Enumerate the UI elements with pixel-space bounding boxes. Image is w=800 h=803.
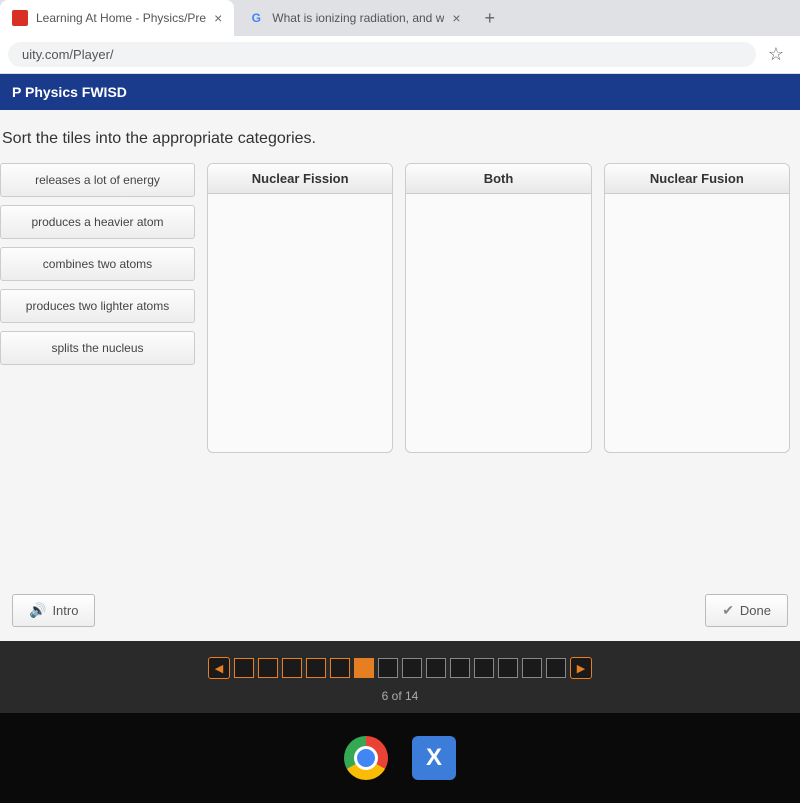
instruction-text: Sort the tiles into the appropriate cate… (0, 130, 790, 148)
browser-tab-2[interactable]: G What is ionizing radiation, and w × (236, 0, 472, 36)
drop-zone-both[interactable]: Both (405, 163, 591, 453)
progress-step[interactable] (474, 658, 494, 678)
content-area: Sort the tiles into the appropriate cate… (0, 110, 800, 580)
tiles-column: releases a lot of energy produces a heav… (0, 163, 195, 453)
progress-step[interactable] (378, 658, 398, 678)
taskbar: X (0, 713, 800, 803)
tab-favicon-1 (12, 10, 28, 26)
intro-button[interactable]: 🔊 Intro (12, 594, 95, 627)
drop-zone-header: Nuclear Fission (208, 164, 392, 194)
tab-title-2: What is ionizing radiation, and w (272, 11, 444, 25)
tab-title-1: Learning At Home - Physics/Pre (36, 11, 206, 25)
bottom-controls: 🔊 Intro ✔ Done (0, 580, 800, 641)
progress-step[interactable] (402, 658, 422, 678)
drop-zone-fission[interactable]: Nuclear Fission (207, 163, 393, 453)
progress-label: 6 of 14 (0, 689, 800, 703)
progress-step[interactable] (282, 658, 302, 678)
sort-container: releases a lot of energy produces a heav… (0, 163, 790, 453)
draggable-tile[interactable]: produces two lighter atoms (0, 289, 195, 323)
done-button[interactable]: ✔ Done (705, 594, 788, 627)
prev-arrow-icon[interactable]: ◀ (208, 657, 230, 679)
tabs-bar: Learning At Home - Physics/Pre × G What … (0, 0, 800, 36)
address-bar[interactable]: uity.com/Player/ (8, 42, 756, 67)
browser-tab-1[interactable]: Learning At Home - Physics/Pre × (0, 0, 234, 36)
progress-step[interactable] (306, 658, 326, 678)
progress-step[interactable] (522, 658, 542, 678)
course-header: P Physics FWISD (0, 74, 800, 110)
app-icon[interactable]: X (412, 736, 456, 780)
bookmark-star-icon[interactable]: ☆ (768, 44, 784, 65)
progress-step-current[interactable] (354, 658, 374, 678)
chrome-app-icon[interactable] (344, 736, 388, 780)
new-tab-button[interactable]: + (475, 2, 506, 35)
check-icon: ✔ (722, 602, 734, 619)
draggable-tile[interactable]: produces a heavier atom (0, 205, 195, 239)
progress-bar: ◀ ▶ 6 of 14 (0, 641, 800, 713)
drop-zone-header: Nuclear Fusion (605, 164, 789, 194)
draggable-tile[interactable]: combines two atoms (0, 247, 195, 281)
browser-chrome: Learning At Home - Physics/Pre × G What … (0, 0, 800, 74)
speaker-icon: 🔊 (29, 602, 46, 619)
close-icon[interactable]: × (452, 10, 460, 26)
draggable-tile[interactable]: splits the nucleus (0, 331, 195, 365)
progress-step[interactable] (258, 658, 278, 678)
progress-step[interactable] (498, 658, 518, 678)
progress-step[interactable] (546, 658, 566, 678)
address-bar-row: uity.com/Player/ ☆ (0, 36, 800, 74)
progress-nav: ◀ ▶ (208, 657, 592, 679)
drop-zone-fusion[interactable]: Nuclear Fusion (604, 163, 790, 453)
progress-step[interactable] (450, 658, 470, 678)
tab-favicon-2: G (248, 10, 264, 26)
close-icon[interactable]: × (214, 10, 222, 26)
progress-step[interactable] (234, 658, 254, 678)
intro-label: Intro (52, 603, 78, 618)
done-label: Done (740, 603, 771, 618)
draggable-tile[interactable]: releases a lot of energy (0, 163, 195, 197)
next-arrow-icon[interactable]: ▶ (570, 657, 592, 679)
drop-zone-header: Both (406, 164, 590, 194)
progress-step[interactable] (426, 658, 446, 678)
progress-step[interactable] (330, 658, 350, 678)
